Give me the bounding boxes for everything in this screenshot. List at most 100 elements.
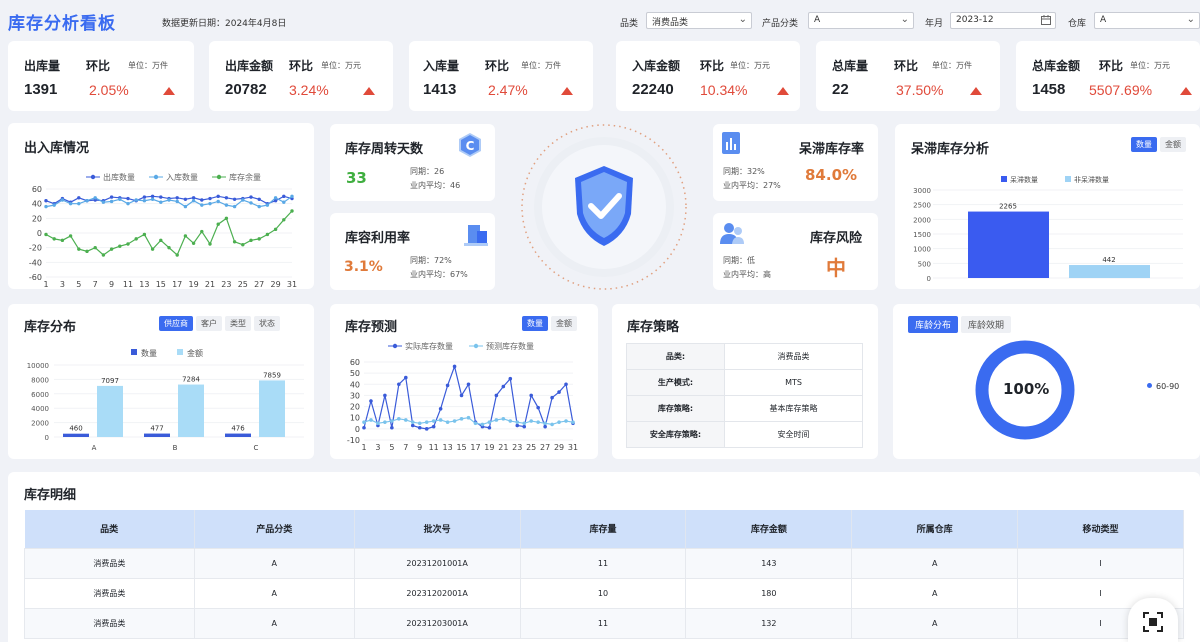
table-cell: 20231201001A (353, 547, 521, 579)
x-tick-label: 1 (361, 443, 366, 452)
tab-quantity[interactable]: 数量 (522, 316, 548, 331)
data-point (109, 247, 114, 251)
data-point (543, 424, 547, 429)
kpi-pct: 37.50% (896, 82, 944, 98)
filter-product-select[interactable]: A ⌄ (808, 12, 914, 29)
legend-dot (1147, 383, 1152, 388)
turnover-avg: 业内平均：46 (410, 181, 461, 190)
data-point (404, 418, 408, 422)
x-tick-label: 29 (554, 443, 564, 452)
data-point (142, 199, 147, 203)
tab-amount[interactable]: 金额 (1160, 137, 1186, 152)
data-point (529, 393, 534, 398)
capacity-title: 库容利用率 (345, 231, 411, 246)
col-header[interactable]: 产品分类 (194, 510, 355, 548)
fullscreen-button[interactable] (1128, 598, 1178, 642)
filter-warehouse-select[interactable]: A ⌄ (1094, 12, 1200, 29)
legend-label: 实际库存数量 (405, 341, 453, 351)
data-point (101, 253, 106, 257)
stagnant-analysis-title: 呆滞库存分析 (911, 142, 990, 157)
legend-swatch (1065, 176, 1071, 182)
calendar-icon (1041, 15, 1051, 25)
data-point (376, 421, 380, 426)
strategy-value: MTS (724, 369, 863, 396)
y-tick-label: 0 (37, 229, 42, 238)
data-point (424, 420, 429, 424)
legend-label: 金额 (187, 348, 203, 358)
table-row: 消费品类 A 20231203001A 11 132 A I (24, 607, 1184, 639)
x-tick-label: 13 (443, 443, 453, 452)
data-point (452, 419, 457, 423)
tab-age-distribution[interactable]: 库龄分布 (908, 316, 959, 333)
svg-text:C: C (466, 139, 475, 153)
inout-chart: 6040200-20-40-601 3 5 7 9 11 13 15 17 19 21 23 25 27 2… (29, 172, 297, 287)
data-point (167, 245, 171, 250)
data-point (216, 194, 220, 199)
tab-customer[interactable]: 客户 (196, 316, 222, 331)
tab-type[interactable]: 类型 (225, 316, 251, 331)
tab-supplier[interactable]: 供应商 (159, 316, 193, 331)
kpi-unit: 单位：万件 (521, 61, 561, 70)
data-point (431, 424, 436, 429)
col-header[interactable]: 库存量 (520, 510, 687, 548)
x-tick-label: C (254, 444, 259, 452)
y-tick-label: 3000 (913, 187, 931, 195)
fullscreen-icon (1143, 612, 1163, 632)
col-header[interactable]: 移动类型 (1017, 510, 1184, 548)
data-point (410, 420, 415, 424)
strategy-value: 基本库存策略 (724, 395, 863, 422)
col-header[interactable]: 批次号 (354, 510, 521, 548)
table-cell: A (193, 607, 355, 639)
col-header[interactable]: 库存金额 (685, 510, 853, 548)
col-header[interactable]: 品类 (24, 510, 195, 548)
table-header-row: 品类 产品分类 批次号 库存量 库存金额 所属仓库 移动类型 (24, 510, 1184, 548)
data-point (438, 407, 443, 411)
data-point (68, 201, 73, 206)
kpi-value: 1413 (423, 81, 457, 98)
tab-quantity[interactable]: 数量 (1131, 137, 1157, 152)
age-tabs: 库龄分布 库龄效期 (908, 316, 1012, 333)
forecast-title: 库存预测 (345, 320, 398, 335)
y-tick-label: 30 (350, 391, 360, 400)
data-point (44, 232, 48, 237)
data-point (290, 194, 294, 199)
kpi-pct: 10.34% (700, 82, 748, 98)
data-point (487, 420, 492, 424)
kpi-pct: 3.24% (289, 82, 329, 98)
data-point (52, 237, 56, 241)
stagnant-tabs: 数量 金额 (1131, 137, 1186, 152)
data-point (150, 194, 155, 199)
filter-category-select[interactable]: 消费品类 ⌄ (646, 12, 752, 29)
strategy-row: 品类: 消费品类 (626, 343, 863, 370)
tab-status[interactable]: 状态 (254, 316, 280, 331)
filter-category-label: 品类 (620, 19, 639, 29)
y-tick-label: 50 (350, 369, 360, 378)
bar-value-label: 442 (1102, 256, 1115, 264)
tab-amount[interactable]: 金额 (551, 316, 577, 331)
legend-label: 库存余量 (229, 172, 261, 182)
forecast-chart: 6050403020100-101 3 5 7 9 11 13 15 17 19 21 23 25 27 2… (347, 341, 578, 452)
y-tick-label: 20 (350, 403, 360, 412)
shield-icon (521, 124, 687, 290)
data-point (466, 415, 471, 420)
col-header[interactable]: 所属仓库 (851, 510, 1019, 548)
data-point (175, 196, 179, 200)
kpi-unit: 单位：万件 (932, 61, 972, 70)
data-point (273, 227, 278, 232)
filter-warehouse-value: A (1100, 15, 1107, 25)
risk-value: 中 (826, 256, 846, 280)
data-point (68, 234, 73, 238)
data-point (77, 247, 81, 251)
tab-age-expiry[interactable]: 库龄效期 (961, 316, 1012, 333)
table-cell: 132 (685, 607, 853, 639)
filter-month-picker[interactable]: 2023-12 (950, 12, 1056, 29)
filter-category-value: 消费品类 (652, 18, 689, 28)
data-point (85, 199, 89, 203)
data-point (200, 203, 204, 207)
y-tick-label: 500 (918, 260, 931, 268)
bar-value-label: 477 (150, 425, 163, 433)
data-point (390, 425, 394, 430)
y-tick-label: -60 (29, 273, 42, 282)
data-point (362, 420, 366, 424)
legend-label: 入库数量 (166, 172, 198, 182)
